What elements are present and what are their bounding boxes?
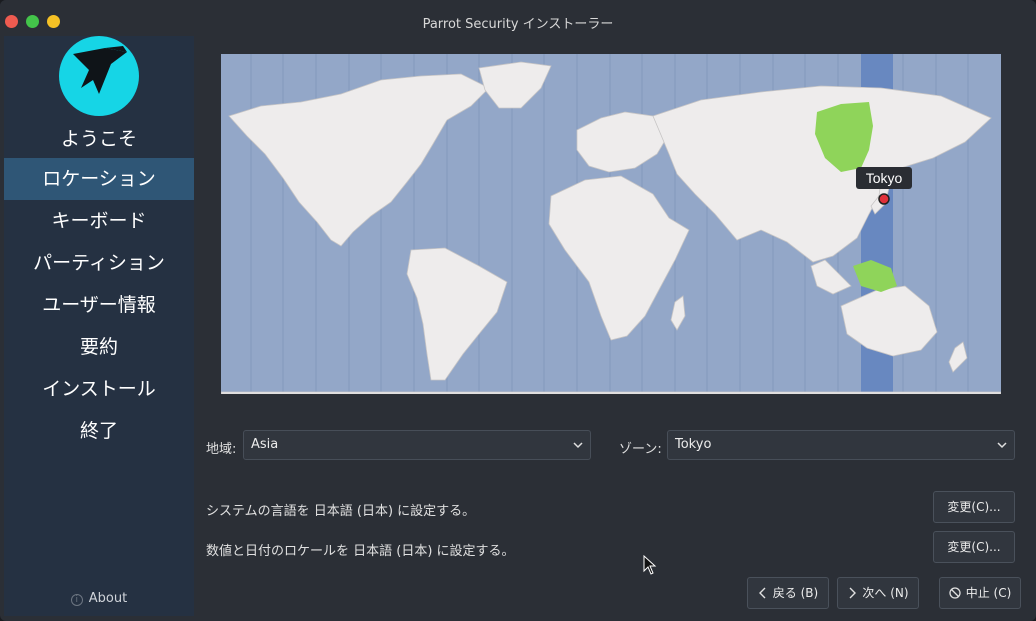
chevron-left-icon	[758, 587, 766, 599]
welcome-label: ようこそ	[60, 128, 137, 150]
cancel-icon	[949, 587, 961, 599]
next-label: 次へ (N)	[862, 586, 909, 600]
sidebar: ようこそ ロケーション キーボード パーティション ユーザー情報 要約 インスト…	[4, 36, 194, 616]
zone-select[interactable]: Tokyo	[667, 430, 1015, 460]
about-label: About	[88, 591, 128, 606]
zone-value: Tokyo	[675, 437, 712, 452]
region-select[interactable]: Asia	[243, 430, 591, 460]
chevron-down-icon	[573, 442, 583, 449]
chevron-right-icon	[849, 587, 857, 599]
timezone-map[interactable]: Tokyo	[221, 54, 1001, 394]
back-label: 戻る (B)	[772, 586, 819, 600]
info-icon: i	[70, 594, 83, 606]
titlebar: Parrot Security インストーラー	[0, 0, 1036, 36]
africa	[548, 175, 690, 341]
change-locale-button[interactable]: 変更(C)...	[933, 531, 1015, 563]
parrot-logo	[59, 36, 139, 116]
selected-city-marker	[878, 193, 890, 205]
back-button[interactable]: 戻る (B)	[747, 577, 829, 609]
greenland	[478, 61, 552, 109]
change-language-button[interactable]: 変更(C)...	[933, 491, 1015, 523]
sidebar-item-partition[interactable]: パーティション	[4, 242, 194, 284]
installer-window: Parrot Security インストーラー ようこそ ロケーション キーボー…	[0, 0, 1036, 621]
cancel-label: 中止 (C)	[965, 586, 1012, 600]
locale-setting-text: 数値と日付のロケールを 日本語 (日本) に設定する。	[206, 544, 515, 559]
city-tooltip: Tokyo	[866, 170, 903, 186]
antarctic-edge	[221, 391, 1001, 394]
sidebar-item-finish[interactable]: 終了	[4, 410, 194, 452]
cancel-button[interactable]: 中止 (C)	[939, 577, 1021, 609]
language-setting-text: システムの言語を 日本語 (日本) に設定する。	[206, 504, 476, 519]
north-america	[228, 73, 490, 247]
sidebar-item-location[interactable]: ロケーション	[4, 158, 194, 200]
sidebar-nav: ロケーション キーボード パーティション ユーザー情報 要約 インストール 終了	[4, 158, 194, 452]
south-america	[406, 247, 508, 381]
new-zealand	[948, 341, 968, 373]
australia	[840, 285, 938, 357]
sidebar-item-summary[interactable]: 要約	[4, 326, 194, 368]
sidebar-item-users[interactable]: ユーザー情報	[4, 284, 194, 326]
southeast-asia	[810, 259, 852, 295]
region-label: 地域:	[206, 442, 237, 457]
about-link[interactable]: i About	[4, 591, 194, 606]
mouse-cursor-icon	[643, 555, 657, 575]
next-button[interactable]: 次へ (N)	[837, 577, 919, 609]
sidebar-item-keyboard[interactable]: キーボード	[4, 200, 194, 242]
window-title: Parrot Security インストーラー	[422, 17, 614, 32]
chevron-down-icon	[997, 442, 1007, 449]
zone-label: ゾーン:	[619, 442, 662, 457]
sidebar-item-install[interactable]: インストール	[4, 368, 194, 410]
madagascar	[670, 295, 686, 331]
region-value: Asia	[251, 437, 279, 452]
